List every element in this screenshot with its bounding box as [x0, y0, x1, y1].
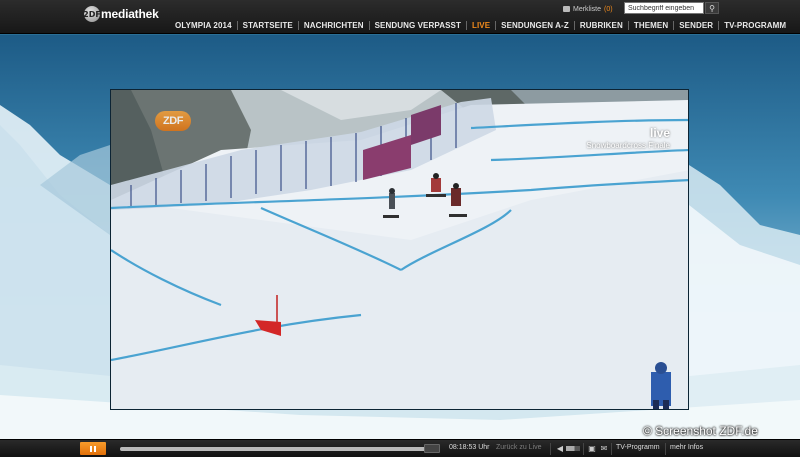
- player-control-bar: 08:18:53 Uhr Zurück zu Live ◀ ▣ ✉ TV-Pro…: [0, 439, 800, 457]
- live-indicator: live: [649, 126, 670, 140]
- nav-item-rubriken[interactable]: RUBRIKEN: [575, 21, 628, 30]
- nav-item-themen[interactable]: THEMEN: [629, 21, 673, 30]
- back-to-live-button[interactable]: Zurück zu Live: [496, 444, 542, 451]
- top-header: 2DF mediathek Merkliste (0) ⚲ OLYMPIA 20…: [0, 0, 800, 34]
- bar-divider: [583, 443, 584, 455]
- current-time: 08:18:53 Uhr: [449, 444, 490, 451]
- search-button[interactable]: ⚲: [705, 2, 719, 14]
- mehr-infos-button[interactable]: mehr Infos: [670, 444, 703, 451]
- zdf-channel-logo: ZDF: [155, 111, 191, 131]
- search-icon: ⚲: [709, 3, 715, 13]
- nav-item-tv-programm[interactable]: TV-PROGRAMM: [719, 21, 791, 30]
- pause-button[interactable]: [80, 442, 106, 455]
- event-title: Snowboardcross Finale: [586, 141, 670, 150]
- nav-item-nachrichten[interactable]: NACHRICHTEN: [299, 21, 369, 30]
- bar-divider: [550, 443, 551, 455]
- bookmark-icon: [563, 6, 570, 12]
- bar-divider: [665, 443, 666, 455]
- video-frame-scene: [111, 90, 688, 409]
- merkliste-label: Merkliste: [573, 5, 602, 13]
- progress-handle[interactable]: [424, 444, 440, 453]
- nav-item-olympia[interactable]: OLYMPIA 2014: [170, 21, 237, 30]
- screenshot-watermark: © Screenshot ZDF.de: [643, 424, 758, 438]
- nav-item-live[interactable]: LIVE: [467, 21, 495, 30]
- video-player[interactable]: ZDF live Snowboardcross Finale: [110, 89, 689, 410]
- zdf-logo-icon: 2DF: [83, 6, 101, 22]
- search-input[interactable]: [624, 2, 704, 14]
- bar-divider: [611, 443, 612, 455]
- pause-icon: [90, 445, 92, 452]
- nav-item-sendungen-a-z[interactable]: SENDUNGEN A-Z: [496, 21, 574, 30]
- pause-icon: [94, 445, 96, 452]
- nav-item-sender[interactable]: SENDER: [674, 21, 718, 30]
- tv-programm-button[interactable]: TV-Programm: [616, 444, 660, 451]
- volume-icon[interactable]: ◀: [554, 443, 566, 454]
- merkliste-link[interactable]: Merkliste (0): [563, 3, 613, 15]
- zdf-mediathek-logo[interactable]: 2DF mediathek: [83, 6, 159, 22]
- comment-icon[interactable]: ✉: [598, 443, 610, 454]
- nav-item-startseite[interactable]: STARTSEITE: [238, 21, 298, 30]
- volume-slider[interactable]: [566, 446, 580, 451]
- fullscreen-icon[interactable]: ▣: [586, 443, 598, 454]
- logo-text: mediathek: [101, 7, 159, 21]
- progress-bar[interactable]: [120, 447, 440, 451]
- nav-item-sendung-verpasst[interactable]: SENDUNG VERPASST: [370, 21, 466, 30]
- progress-fill: [120, 447, 424, 451]
- merkliste-count: (0): [604, 5, 613, 13]
- main-nav: OLYMPIA 2014 STARTSEITE NACHRICHTEN SEND…: [170, 19, 791, 32]
